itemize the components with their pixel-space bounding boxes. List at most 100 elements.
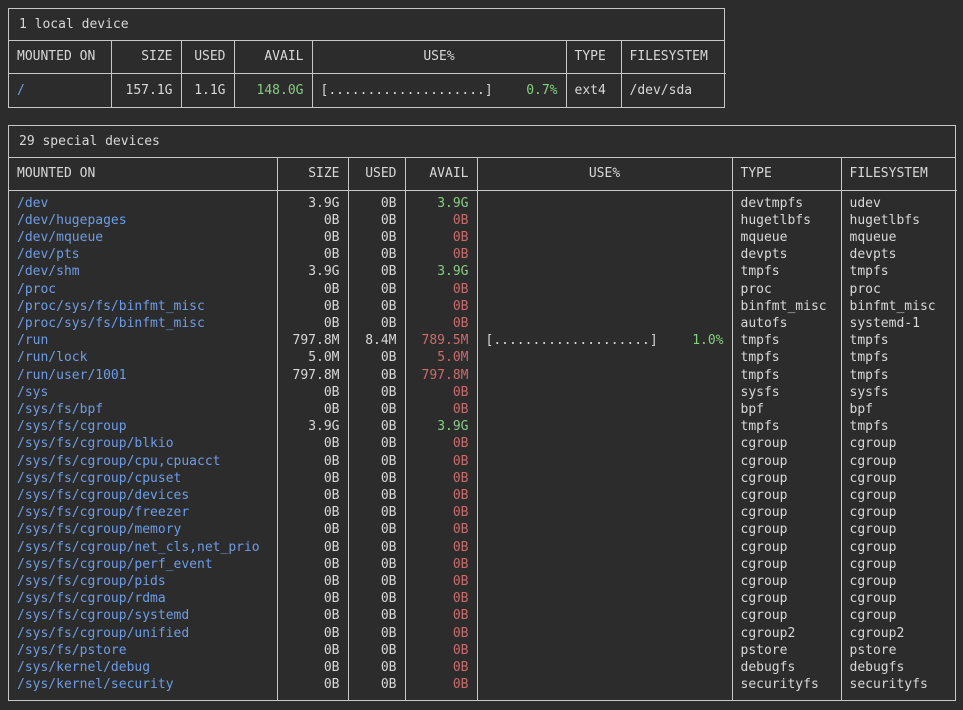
usage-percent: 1.0% xyxy=(692,332,723,349)
avail-value: 789.5M xyxy=(405,332,477,349)
avail-value: 0B xyxy=(405,281,477,298)
avail-value: 0B xyxy=(405,590,477,607)
type-value: cgroup xyxy=(732,556,841,573)
mount-point: /sys/fs/cgroup/cpu,cpuacct xyxy=(9,453,277,470)
avail-value: 148.0G xyxy=(234,73,312,107)
type-value: tmpfs xyxy=(732,349,841,366)
filesystem-value: debugfs xyxy=(841,659,957,676)
column-header-filesystem: FILESYSTEM xyxy=(841,158,957,190)
use-percent-cell xyxy=(477,298,732,315)
used-value: 1.1G xyxy=(181,73,234,107)
device-row: /run797.8M8.4M789.5M[...................… xyxy=(9,332,957,349)
use-percent-cell xyxy=(477,281,732,298)
use-percent-cell xyxy=(477,487,732,504)
mount-point: /sys/fs/cgroup/systemd xyxy=(9,607,277,624)
size-value: 0B xyxy=(277,676,348,700)
avail-value: 0B xyxy=(405,298,477,315)
filesystem-value: tmpfs xyxy=(841,332,957,349)
use-percent-cell xyxy=(477,556,732,573)
filesystem-value: cgroup xyxy=(841,504,957,521)
column-header-type: TYPE xyxy=(732,158,841,190)
mount-point: /sys/fs/pstore xyxy=(9,642,277,659)
device-row: /sys/fs/cgroup/systemd0B0B0Bcgroupcgroup xyxy=(9,607,957,624)
type-value: proc xyxy=(732,281,841,298)
size-value: 157.1G xyxy=(111,73,181,107)
avail-value: 0B xyxy=(405,659,477,676)
filesystem-value: pstore xyxy=(841,642,957,659)
avail-value: 0B xyxy=(405,539,477,556)
use-percent-cell xyxy=(477,190,732,212)
filesystem-value: cgroup xyxy=(841,590,957,607)
type-value: autofs xyxy=(732,315,841,332)
use-percent-cell xyxy=(477,642,732,659)
column-header-mounted-on: MOUNTED ON xyxy=(9,158,277,190)
filesystem-value: cgroup2 xyxy=(841,625,957,642)
filesystem-value: proc xyxy=(841,281,957,298)
use-percent-cell xyxy=(477,521,732,538)
type-value: cgroup xyxy=(732,470,841,487)
device-row: /dev3.9G0B3.9Gdevtmpfsudev xyxy=(9,190,957,212)
size-value: 0B xyxy=(277,435,348,452)
use-percent-cell xyxy=(477,229,732,246)
filesystem-value: cgroup xyxy=(841,573,957,590)
use-percent-cell xyxy=(477,539,732,556)
used-value: 0B xyxy=(348,590,405,607)
column-header-use: USE% xyxy=(477,158,732,190)
type-value: cgroup xyxy=(732,539,841,556)
used-value: 0B xyxy=(348,418,405,435)
size-value: 0B xyxy=(277,229,348,246)
use-percent-cell xyxy=(477,263,732,280)
avail-value: 0B xyxy=(405,212,477,229)
type-value: cgroup2 xyxy=(732,625,841,642)
used-value: 0B xyxy=(348,246,405,263)
avail-value: 0B xyxy=(405,676,477,700)
local-devices-table: MOUNTED ONSIZEUSEDAVAILUSE%TYPEFILESYSTE… xyxy=(9,41,726,107)
use-percent-cell xyxy=(477,315,732,332)
size-value: 3.9G xyxy=(277,418,348,435)
type-value: devtmpfs xyxy=(732,190,841,212)
column-header-filesystem: FILESYSTEM xyxy=(621,41,726,73)
use-percent-cell xyxy=(477,384,732,401)
device-row: /dev/pts0B0B0Bdevptsdevpts xyxy=(9,246,957,263)
mount-point: /sys/fs/cgroup/devices xyxy=(9,487,277,504)
column-header-size: SIZE xyxy=(111,41,181,73)
mount-point: /proc/sys/fs/binfmt_misc xyxy=(9,315,277,332)
avail-value: 0B xyxy=(405,246,477,263)
use-percent-cell xyxy=(477,418,732,435)
device-row: /proc/sys/fs/binfmt_misc0B0B0Bautofssyst… xyxy=(9,315,957,332)
type-value: cgroup xyxy=(732,590,841,607)
filesystem-value: udev xyxy=(841,190,957,212)
use-percent-cell xyxy=(477,212,732,229)
size-value: 0B xyxy=(277,607,348,624)
use-percent-cell xyxy=(477,590,732,607)
usage-bar: [....................] xyxy=(486,332,658,349)
filesystem-value: tmpfs xyxy=(841,418,957,435)
use-percent-cell xyxy=(477,504,732,521)
used-value: 0B xyxy=(348,504,405,521)
duf-terminal-output: 1 local device MOUNTED ONSIZEUSEDAVAILUS… xyxy=(0,0,963,709)
used-value: 0B xyxy=(348,642,405,659)
size-value: 0B xyxy=(277,401,348,418)
device-row: /dev/shm3.9G0B3.9Gtmpfstmpfs xyxy=(9,263,957,280)
device-row: /proc0B0B0Bprocproc xyxy=(9,281,957,298)
column-header-size: SIZE xyxy=(277,158,348,190)
avail-value: 0B xyxy=(405,573,477,590)
used-value: 0B xyxy=(348,625,405,642)
use-percent-cell xyxy=(477,349,732,366)
column-header-mounted-on: MOUNTED ON xyxy=(9,41,111,73)
used-value: 0B xyxy=(348,367,405,384)
avail-value: 0B xyxy=(405,487,477,504)
size-value: 0B xyxy=(277,384,348,401)
size-value: 0B xyxy=(277,539,348,556)
used-value: 0B xyxy=(348,190,405,212)
used-value: 0B xyxy=(348,659,405,676)
size-value: 3.9G xyxy=(277,263,348,280)
device-row: /run/user/1001797.8M0B797.8Mtmpfstmpfs xyxy=(9,367,957,384)
mount-point: /dev/shm xyxy=(9,263,277,280)
use-percent-cell: [....................] 1.0% xyxy=(477,332,732,349)
filesystem-value: tmpfs xyxy=(841,263,957,280)
filesystem-value: systemd-1 xyxy=(841,315,957,332)
filesystem-value: hugetlbfs xyxy=(841,212,957,229)
type-value: ext4 xyxy=(566,73,621,107)
mount-point: /sys/fs/cgroup/net_cls,net_prio xyxy=(9,539,277,556)
